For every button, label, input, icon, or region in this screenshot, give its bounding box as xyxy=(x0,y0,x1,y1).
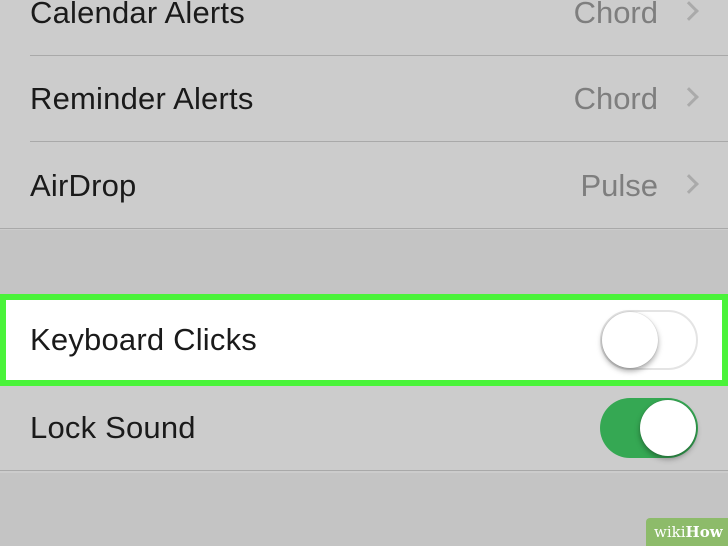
keyboard-clicks-row: Keyboard Clicks xyxy=(0,294,728,386)
chevron-right-icon xyxy=(679,87,699,107)
keyboard-clicks-toggle[interactable] xyxy=(600,310,698,370)
calendar-alerts-row[interactable]: Calendar Alerts Chord xyxy=(0,0,728,56)
lock-sound-row: Lock Sound xyxy=(0,385,728,471)
reminder-alerts-value: Chord xyxy=(573,81,658,116)
sounds-group: Calendar Alerts Chord Reminder Alerts Ch… xyxy=(0,0,728,230)
lock-sound-toggle[interactable] xyxy=(600,398,698,458)
airdrop-value: Pulse xyxy=(580,168,658,203)
reminder-alerts-label: Reminder Alerts xyxy=(30,81,254,116)
wikihow-watermark: wikiHow xyxy=(646,518,728,546)
toggle-knob xyxy=(602,312,658,368)
chevron-right-icon xyxy=(679,1,699,21)
toggle-knob xyxy=(640,400,696,456)
watermark-how-text: How xyxy=(685,523,723,541)
airdrop-label: AirDrop xyxy=(30,168,137,203)
reminder-alerts-row[interactable]: Reminder Alerts Chord xyxy=(0,56,728,142)
watermark-wiki-text: wiki xyxy=(654,523,686,541)
calendar-alerts-label: Calendar Alerts xyxy=(30,0,245,30)
keyboard-clicks-label: Keyboard Clicks xyxy=(30,322,257,357)
chevron-right-icon xyxy=(679,174,699,194)
calendar-alerts-value: Chord xyxy=(573,0,658,30)
lock-sound-label: Lock Sound xyxy=(30,410,196,445)
airdrop-row[interactable]: AirDrop Pulse xyxy=(0,143,728,229)
